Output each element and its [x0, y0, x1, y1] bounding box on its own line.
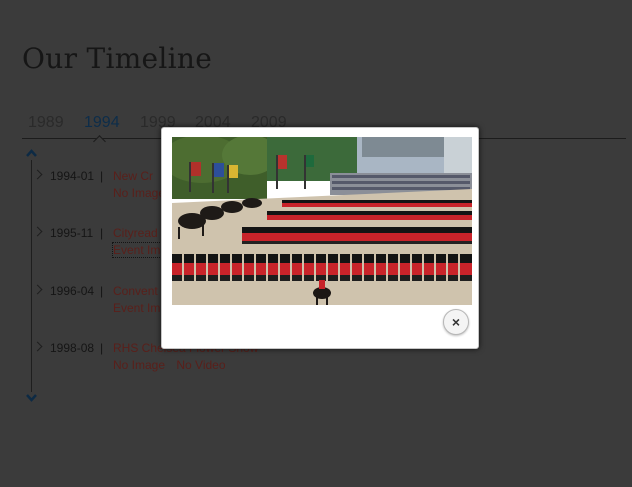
lightbox-modal: ×	[161, 127, 479, 349]
entry-separator: |	[100, 284, 104, 298]
entry-pointer	[32, 341, 43, 352]
entry-date: 1995-11	[50, 226, 94, 240]
entry-pointer	[32, 169, 43, 180]
entry-separator: |	[100, 169, 104, 183]
entry-title-link[interactable]: Cityread	[113, 226, 158, 240]
entry-image-link[interactable]: Event Ima	[111, 242, 169, 258]
entry-pointer	[32, 226, 43, 237]
chevron-down-icon[interactable]	[25, 393, 38, 403]
entry-date: 1996-04	[50, 284, 95, 298]
entry-image-link[interactable]: Event Im	[113, 301, 160, 315]
entry-title-link[interactable]: Convent	[113, 284, 158, 298]
entry-title-link[interactable]: New Cr	[113, 169, 153, 183]
entry-separator: |	[100, 341, 104, 355]
chevron-up-icon[interactable]	[25, 148, 38, 158]
page-title: Our Timeline	[22, 42, 213, 75]
close-icon[interactable]: ×	[443, 309, 469, 335]
entry-video-link[interactable]: No Video	[176, 358, 225, 372]
entry-image-link[interactable]: No Image	[113, 358, 165, 372]
entry-pointer	[32, 284, 43, 295]
entry-image-link[interactable]: No Image	[113, 186, 165, 200]
year-tab-1994[interactable]: 1994	[84, 114, 120, 132]
entry-date: 1998-08	[50, 341, 95, 355]
entry-date: 1994-01	[50, 169, 95, 183]
year-tab-1989[interactable]: 1989	[28, 114, 64, 132]
timeline-line	[31, 160, 32, 392]
entry-separator: |	[100, 226, 104, 240]
lightbox-photo	[172, 137, 472, 305]
